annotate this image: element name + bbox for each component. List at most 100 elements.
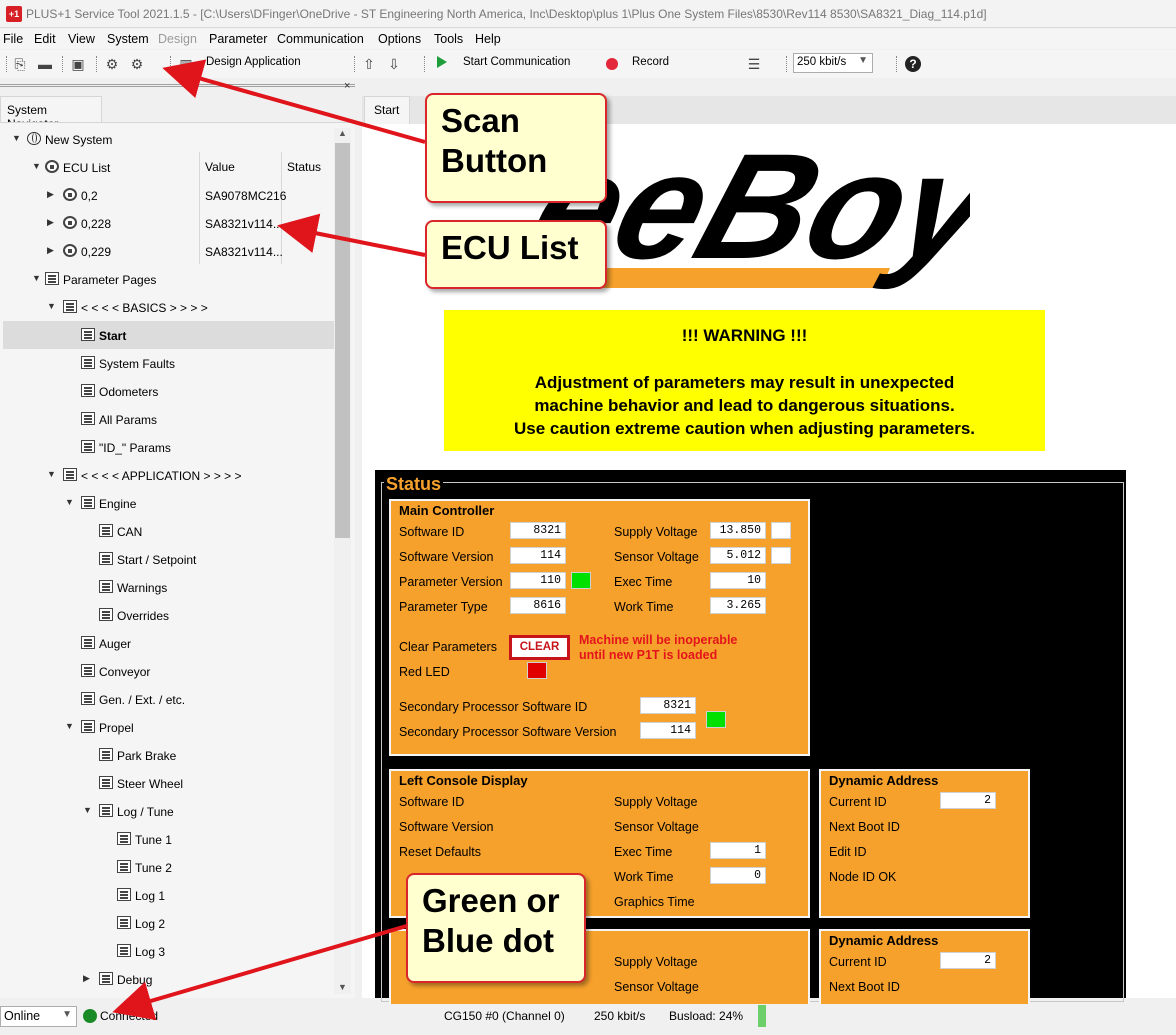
tree-item[interactable]: ▼ ECU List [0, 153, 334, 181]
tree-item[interactable]: ▶ 0,2 SA9078MC216 [0, 181, 334, 209]
expanded-caret-icon[interactable]: ▼ [32, 161, 41, 171]
menu-view[interactable]: View [68, 32, 95, 46]
tree-item-label: CAN [117, 525, 143, 539]
tree-item[interactable]: Odometers [0, 377, 334, 405]
record-icon[interactable] [606, 58, 618, 70]
clear-warning-line: Machine will be inoperable [579, 633, 738, 647]
tree-item[interactable]: ▼ < < < < APPLICATION > > > > [0, 461, 334, 489]
tree-item[interactable]: Conveyor [0, 657, 334, 685]
menu-options[interactable]: Options [378, 32, 421, 46]
tree-item[interactable]: Log 2 [0, 909, 334, 937]
filter-icon[interactable]: ☰ [746, 56, 762, 72]
tree-item[interactable]: Warnings [0, 573, 334, 601]
collapsed-caret-icon[interactable]: ▶ [83, 973, 90, 984]
menu-edit[interactable]: Edit [34, 32, 56, 46]
record-button[interactable]: Record [632, 56, 669, 68]
warning-title: !!! WARNING !!! [681, 326, 808, 345]
scan-icon[interactable]: ⚙ [129, 56, 145, 72]
secondary-software-id-value: 8321 [640, 697, 696, 714]
menu-tools[interactable]: Tools [434, 32, 463, 46]
upload-icon[interactable]: ⇧ [361, 56, 377, 72]
tree-item[interactable]: ▼ Propel [0, 713, 334, 741]
reset-defaults-label: Reset Defaults [399, 845, 481, 859]
tree-item[interactable]: Overrides [0, 601, 334, 629]
title-bar: +1 PLUS+1 Service Tool 2021.1.5 - [C:\Us… [0, 0, 1176, 28]
secondary-software-id-label: Secondary Processor Software ID [399, 700, 588, 714]
online-mode-select[interactable]: Online ▼ [0, 1006, 77, 1027]
parameter-version-indicator [571, 572, 591, 589]
menu-design: Design [158, 32, 197, 46]
ecu-settings-icon[interactable]: ⚙ [104, 56, 120, 72]
collapsed-caret-icon[interactable]: ▶ [47, 245, 54, 256]
parameter-page-icon [81, 720, 95, 733]
navigator-scrollbar-thumb[interactable] [335, 143, 350, 538]
connection-status-dot [83, 1009, 97, 1023]
collapsed-caret-icon[interactable]: ▶ [47, 217, 54, 228]
menu-help[interactable]: Help [475, 32, 501, 46]
tree-item[interactable]: Start [3, 321, 334, 349]
start-communication-button[interactable]: Start Communication [463, 56, 570, 68]
baud-rate-select[interactable]: 250 kbit/s ▼ [793, 53, 873, 73]
scroll-up-icon[interactable]: ▲ [338, 128, 347, 138]
parameter-version-label: Parameter Version [399, 575, 503, 589]
menu-system[interactable]: System [107, 32, 149, 46]
software-id-label: Software ID [399, 525, 465, 539]
tree-item[interactable]: Gen. / Ext. / etc. [0, 685, 334, 713]
expanded-caret-icon[interactable]: ▼ [47, 301, 56, 311]
tree-item[interactable]: ▼ New System [0, 125, 334, 153]
tree-item[interactable]: ▶ 0,229 SA8321v114... [0, 237, 334, 265]
tree-item-label: 0,228 [81, 217, 112, 231]
tree-item[interactable]: Log 3 [0, 937, 334, 965]
tree-item[interactable]: Steer Wheel [0, 769, 334, 797]
supply-voltage-value: 13.850 [710, 522, 766, 539]
tree-item[interactable]: ▶ 0,228 SA8321v114... [0, 209, 334, 237]
tree-item-label: Tune 1 [135, 833, 172, 847]
expanded-caret-icon[interactable]: ▼ [65, 721, 74, 731]
tree-item[interactable]: Auger [0, 629, 334, 657]
tree-item[interactable]: ▼ Parameter Pages [0, 265, 334, 293]
tree-item[interactable]: ▼ Log / Tune [0, 797, 334, 825]
tree-item[interactable]: Park Brake [0, 741, 334, 769]
design-application-icon[interactable]: ▥ [178, 56, 194, 72]
close-icon[interactable]: × [344, 80, 350, 92]
expanded-caret-icon[interactable]: ▼ [83, 805, 92, 815]
save-icon[interactable]: ▣ [70, 56, 86, 72]
clear-parameters-button[interactable]: CLEAR [509, 635, 570, 660]
expanded-caret-icon[interactable]: ▼ [47, 469, 56, 479]
tree-item[interactable]: Log 1 [0, 881, 334, 909]
navigator-dock-grip[interactable] [0, 84, 355, 96]
red-led-indicator [527, 662, 547, 679]
tree-item[interactable]: ▼ < < < < BASICS > > > > [0, 293, 334, 321]
tree-item[interactable]: Tune 1 [0, 825, 334, 853]
tree-item[interactable]: ▶ Debug [0, 965, 334, 993]
group-title: Main Controller [399, 503, 495, 518]
new-system-icon[interactable]: ⎘ [12, 56, 28, 72]
tree-item[interactable]: Start / Setpoint [0, 545, 334, 573]
menu-parameter[interactable]: Parameter [209, 32, 267, 46]
tree-item[interactable]: "ID_" Params [0, 433, 334, 461]
tree-item[interactable]: All Params [0, 405, 334, 433]
expanded-caret-icon[interactable]: ▼ [12, 133, 21, 143]
tree-item[interactable]: ▼ Engine [0, 489, 334, 517]
help-icon[interactable]: ? [905, 56, 921, 72]
collapsed-caret-icon[interactable]: ▶ [47, 189, 54, 200]
tab-system-navigator[interactable]: System Navigator [0, 96, 102, 131]
scroll-down-icon[interactable]: ▼ [338, 982, 347, 992]
open-folder-icon[interactable]: ▬ [37, 56, 53, 72]
tree-item[interactable]: System Faults [0, 349, 334, 377]
menu-communication[interactable]: Communication [277, 32, 364, 46]
tab-start[interactable]: Start [364, 96, 410, 124]
callout-ecu-list: ECU List [425, 220, 607, 289]
tree-item[interactable]: CAN [0, 517, 334, 545]
parameter-page-icon [99, 580, 113, 593]
expanded-caret-icon[interactable]: ▼ [32, 273, 41, 283]
tree-item[interactable]: Tune 2 [0, 853, 334, 881]
design-application-button[interactable]: Design Application [206, 56, 301, 68]
download-icon[interactable]: ⇩ [386, 56, 402, 72]
clear-parameters-label: Clear Parameters [399, 640, 497, 654]
parameter-page-icon [63, 300, 77, 313]
play-icon[interactable] [437, 56, 447, 68]
menu-file[interactable]: File [3, 32, 23, 46]
expanded-caret-icon[interactable]: ▼ [65, 497, 74, 507]
group-title: Left Console Display [399, 773, 528, 788]
